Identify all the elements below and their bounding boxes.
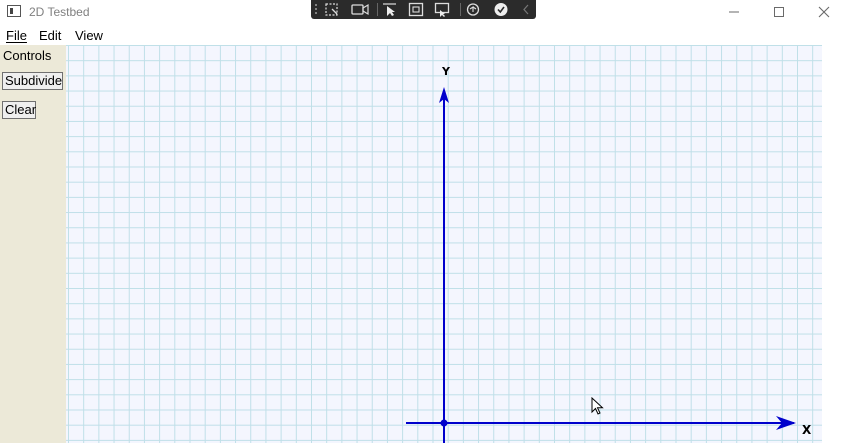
toolbar-grip-handle[interactable]: [314, 3, 318, 16]
controls-panel: Controls Subdivide Clear: [0, 45, 66, 443]
capture-toolbar: [311, 0, 536, 19]
collapse-arrow-icon[interactable]: [518, 2, 534, 17]
rectangle-capture-icon[interactable]: [408, 2, 424, 17]
menu-view[interactable]: View: [75, 28, 103, 43]
menu-edit[interactable]: Edit: [39, 28, 61, 43]
window-title: 2D Testbed: [29, 5, 90, 19]
title-bar: 2D Testbed: [0, 0, 844, 25]
clear-button[interactable]: Clear: [2, 101, 36, 119]
drawing-canvas[interactable]: Y X: [66, 45, 822, 443]
mouse-cursor-icon: [591, 397, 604, 415]
canvas-right-margin: [822, 45, 844, 443]
close-icon: [818, 6, 830, 18]
coordinate-axes: [406, 87, 796, 443]
maximize-icon: [774, 7, 784, 17]
subdivide-button[interactable]: Subdivide: [2, 72, 63, 90]
close-button[interactable]: [801, 0, 844, 25]
app-window-icon: [7, 5, 21, 17]
minimize-icon: [729, 11, 739, 13]
window-capture-icon[interactable]: [434, 2, 450, 17]
maximize-button[interactable]: [756, 0, 802, 25]
video-camera-icon[interactable]: [351, 2, 369, 17]
y-axis-label: Y: [442, 65, 450, 78]
auto-capture-icon[interactable]: [465, 2, 481, 17]
controls-heading: Controls: [3, 48, 52, 63]
confirm-check-icon[interactable]: [493, 2, 509, 17]
origin-point: [440, 419, 448, 427]
x-axis-label: X: [802, 423, 812, 437]
menu-file[interactable]: File: [6, 28, 27, 43]
menu-bar: File Edit View: [0, 25, 844, 45]
minimize-button[interactable]: [711, 0, 757, 25]
region-capture-icon[interactable]: [324, 2, 340, 17]
cursor-select-icon[interactable]: [382, 2, 398, 17]
